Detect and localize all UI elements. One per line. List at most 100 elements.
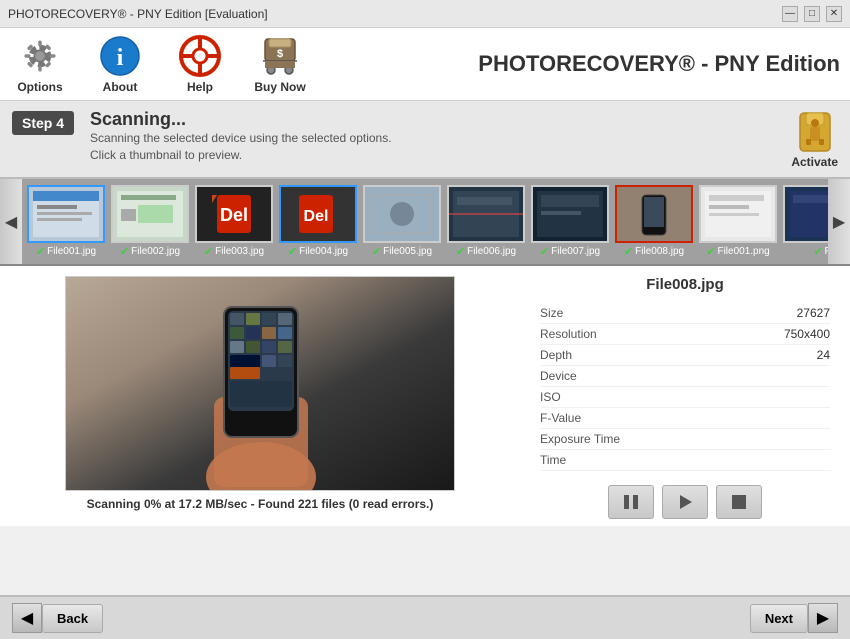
check-icon: ✔: [372, 245, 381, 258]
thumbnail-image: Del: [195, 185, 273, 243]
step-header: Step 4 Scanning... Scanning the selected…: [0, 101, 850, 179]
thumbnail-label: ✔ File007.jpg: [540, 245, 600, 258]
check-icon: ✔: [288, 245, 297, 258]
next-button[interactable]: Next: [750, 604, 808, 633]
about-button[interactable]: i About: [90, 34, 150, 94]
playback-controls: [540, 485, 830, 519]
back-button[interactable]: Back: [42, 604, 103, 633]
thumbnail-image: [27, 185, 105, 243]
thumbnail-label: ✔ File002.jpg: [120, 245, 180, 258]
activate-button[interactable]: Activate: [791, 109, 838, 169]
file-info-panel: File008.jpg Size 27627 Resolution 750x40…: [520, 266, 850, 526]
check-icon: ✔: [813, 245, 822, 258]
play-button[interactable]: [662, 485, 708, 519]
activate-label: Activate: [791, 155, 838, 169]
thumbnail-strip: ✔ File001.jpg ✔ File002.jpg Del ✔ File00…: [0, 179, 850, 264]
svg-text:$: $: [277, 48, 283, 60]
check-icon: ✔: [624, 245, 633, 258]
help-icon: [178, 34, 222, 78]
maximize-button[interactable]: □: [804, 6, 820, 22]
thumbnail-item[interactable]: ✔ File001.jpg: [26, 185, 106, 258]
thumbnail-item[interactable]: ✔ File002.jpg: [110, 185, 190, 258]
next-arrow-button[interactable]: ▶: [808, 603, 838, 633]
thumbnail-item[interactable]: Del ✔ File003.jpg: [194, 185, 274, 258]
thumbnail-image: [699, 185, 777, 243]
minimize-button[interactable]: —: [782, 6, 798, 22]
toolbar: Options i About Help: [0, 28, 850, 101]
check-icon: ✔: [540, 245, 549, 258]
info-label-time: Time: [540, 453, 566, 467]
info-label-resolution: Resolution: [540, 327, 597, 341]
check-icon: ✔: [120, 245, 129, 258]
thumbnail-image: [531, 185, 609, 243]
info-row-resolution: Resolution 750x400: [540, 324, 830, 345]
back-arrow-button[interactable]: ◀: [12, 603, 42, 633]
main-content: Scanning 0% at 17.2 MB/sec - Found 221 f…: [0, 266, 850, 526]
thumbnail-item[interactable]: ✔ File006.jpg: [446, 185, 526, 258]
thumbnail-image: [615, 185, 693, 243]
help-label: Help: [187, 80, 213, 94]
info-label-fvalue: F-Value: [540, 411, 581, 425]
thumbnail-label: ✔ File008.jpg: [624, 245, 684, 258]
svg-text:Del: Del: [304, 208, 329, 225]
info-label-iso: ISO: [540, 390, 561, 404]
step-badge: Step 4: [12, 111, 74, 135]
thumbnail-item[interactable]: ✔ File008.jpg: [614, 185, 694, 258]
stop-button[interactable]: [716, 485, 762, 519]
gear-icon: [18, 34, 62, 78]
file-info-title: File008.jpg: [540, 276, 830, 293]
options-label: Options: [17, 80, 62, 94]
info-label-size: Size: [540, 306, 563, 320]
thumbnail-image: [363, 185, 441, 243]
window-controls: — □ ✕: [782, 6, 842, 22]
check-icon: ✔: [36, 245, 45, 258]
preview-image: [65, 276, 455, 491]
step-description2: Click a thumbnail to preview.: [90, 147, 392, 164]
info-value-resolution: 750x400: [784, 327, 830, 341]
info-row-exposure: Exposure Time: [540, 429, 830, 450]
thumbnail-item[interactable]: ✔ File005.jpg: [362, 185, 442, 258]
thumbnail-label: ✔ File005.jpg: [372, 245, 432, 258]
options-button[interactable]: Options: [10, 34, 70, 94]
next-label: Next: [765, 611, 793, 626]
info-row-size: Size 27627: [540, 303, 830, 324]
thumbnail-item[interactable]: Del ✔ File004.jpg: [278, 185, 358, 258]
help-button[interactable]: Help: [170, 34, 230, 94]
svg-text:i: i: [117, 45, 124, 71]
info-row-depth: Depth 24: [540, 345, 830, 366]
check-icon: ✔: [204, 245, 213, 258]
info-value-depth: 24: [817, 348, 830, 362]
buynow-button[interactable]: $ Buy Now: [250, 34, 310, 94]
info-value-size: 27627: [797, 306, 830, 320]
strip-nav-left[interactable]: ◀: [0, 179, 22, 264]
thumbnail-image: [111, 185, 189, 243]
thumbnail-label: ✔ File004.jpg: [288, 245, 348, 258]
step-description1: Scanning the selected device using the s…: [90, 130, 392, 147]
app-title: PHOTORECOVERY® - PNY Edition: [478, 51, 840, 77]
bottom-nav: ◀ Back Next ▶: [0, 595, 850, 639]
info-label-depth: Depth: [540, 348, 572, 362]
thumbnail-image: Del: [279, 185, 357, 243]
step-text: Scanning... Scanning the selected device…: [90, 109, 392, 164]
key-icon: [792, 109, 838, 155]
check-icon: ✔: [456, 245, 465, 258]
thumbnail-label: ✔ File001.jpg: [36, 245, 96, 258]
info-label-device: Device: [540, 369, 577, 383]
cart-icon: $: [258, 34, 302, 78]
thumbnail-label: ✔ File006.jpg: [456, 245, 516, 258]
thumbnail-strip-container: ◀ ✔ File001.jpg ✔ File002.jpg Del: [0, 179, 850, 266]
thumbnail-label: ✔ File001.png: [706, 245, 769, 258]
status-bar: Scanning 0% at 17.2 MB/sec - Found 221 f…: [87, 497, 434, 511]
info-row-iso: ISO: [540, 387, 830, 408]
strip-nav-right[interactable]: ▶: [828, 179, 850, 264]
thumbnail-item[interactable]: ✔ File007.jpg: [530, 185, 610, 258]
check-icon: ✔: [706, 245, 715, 258]
pause-button[interactable]: [608, 485, 654, 519]
thumbnail-label: ✔ File003.jpg: [204, 245, 264, 258]
info-icon: i: [98, 34, 142, 78]
thumbnail-item[interactable]: ✔ File001.png: [698, 185, 778, 258]
about-label: About: [103, 80, 138, 94]
close-button[interactable]: ✕: [826, 6, 842, 22]
step-heading: Scanning...: [90, 109, 392, 130]
title-bar: PHOTORECOVERY® - PNY Edition [Evaluation…: [0, 0, 850, 28]
